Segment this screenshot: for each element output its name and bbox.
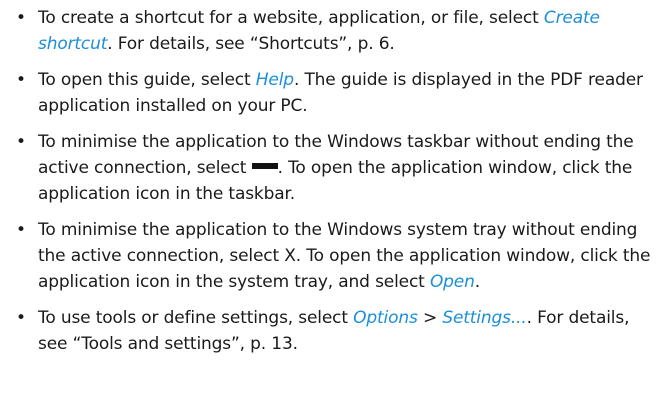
settings-link[interactable]: Settings... xyxy=(442,308,526,328)
bullet-icon: • xyxy=(16,132,26,152)
bullet-icon: • xyxy=(16,8,26,28)
document-page: • To create a shortcut for a website, ap… xyxy=(0,0,664,412)
list-item: • To use tools or define settings, selec… xyxy=(12,305,656,357)
bullet-icon: • xyxy=(16,308,26,328)
item-text: To use tools or define settings, select xyxy=(38,308,354,328)
list-item: • To minimise the application to the Win… xyxy=(12,217,656,295)
item-text: > xyxy=(417,308,443,328)
item-text: To create a shortcut for a website, appl… xyxy=(38,8,544,28)
list-item: • To open this guide, select Help. The g… xyxy=(12,67,656,119)
instruction-list: • To create a shortcut for a website, ap… xyxy=(12,5,656,357)
bullet-icon: • xyxy=(16,70,26,90)
help-link[interactable]: Help xyxy=(256,70,294,90)
item-text: . For details, see “Shortcuts”, p. 6. xyxy=(107,34,395,54)
options-link[interactable]: Options xyxy=(353,308,418,328)
item-text: To open this guide, select xyxy=(38,70,256,90)
list-item: • To create a shortcut for a website, ap… xyxy=(12,5,656,57)
bullet-icon: • xyxy=(16,220,26,240)
item-text: To minimise the application to the Windo… xyxy=(38,220,651,292)
minimize-icon xyxy=(251,163,278,169)
item-text: . xyxy=(474,272,481,292)
list-item: • To minimise the application to the Win… xyxy=(12,129,656,207)
open-link[interactable]: Open xyxy=(430,272,475,292)
